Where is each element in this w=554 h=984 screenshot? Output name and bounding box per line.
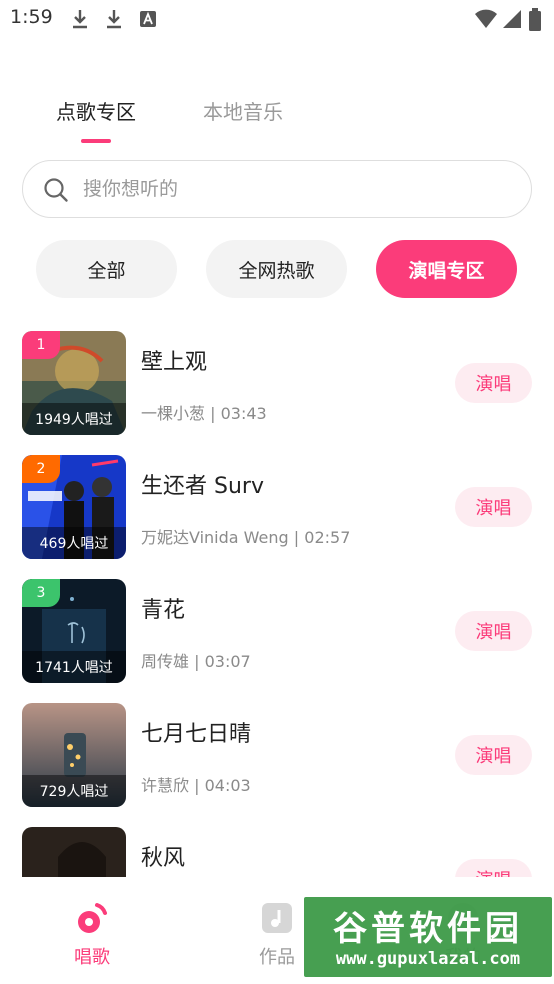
song-meta: 周传雄 | 03:07 xyxy=(141,652,251,671)
sung-count: 729人唱过 xyxy=(22,775,126,807)
tab-bar: 点歌专区 本地音乐 xyxy=(0,92,554,152)
rank-badge: 2 xyxy=(22,455,60,483)
song-title: 秋风 xyxy=(141,846,186,871)
tab-local-music[interactable]: 本地音乐 xyxy=(203,96,283,125)
song-meta: 万妮达Vinida Weng | 02:57 xyxy=(141,528,351,547)
song-duration: 02:57 xyxy=(304,528,351,547)
sing-button[interactable]: 演唱 xyxy=(455,487,532,527)
song-list[interactable]: 1 1949人唱过 壁上观 一棵小葱 | 03:43 演唱 2 469人唱过 生… xyxy=(0,320,554,877)
nav-item-sing[interactable]: 唱歌 xyxy=(47,901,137,969)
search-bar[interactable] xyxy=(22,160,532,218)
status-bar: 1:59 xyxy=(0,0,554,40)
song-cover: 3 1741人唱过 xyxy=(22,579,126,683)
sing-button[interactable]: 演唱 xyxy=(455,735,532,775)
song-duration: 04:03 xyxy=(204,776,251,795)
music-note-icon xyxy=(262,903,292,933)
song-duration: 03:07 xyxy=(204,652,251,671)
filter-chip-performance[interactable]: 演唱专区 xyxy=(376,240,517,298)
song-row[interactable]: 3 1741人唱过 青花 周传雄 | 03:07 演唱 xyxy=(0,568,554,692)
rank-badge: 3 xyxy=(22,579,60,607)
sung-count: 1949人唱过 xyxy=(22,403,126,435)
search-input[interactable] xyxy=(83,161,513,216)
watermark: 谷普软件园 www.gupuxlazal.com xyxy=(304,897,552,977)
song-row[interactable]: 729人唱过 七月七日晴 许慧欣 | 04:03 演唱 xyxy=(0,692,554,816)
song-title: 七月七日晴 xyxy=(141,722,252,747)
text-a-icon xyxy=(140,11,156,27)
filter-chip-hot-songs[interactable]: 全网热歌 xyxy=(206,240,347,298)
active-tab-indicator xyxy=(81,139,111,143)
sing-button[interactable]: 演唱 xyxy=(455,859,532,877)
song-title: 壁上观 xyxy=(141,350,208,375)
song-cover: 729人唱过 xyxy=(22,703,126,807)
mic-note-icon xyxy=(78,903,107,933)
wifi-icon xyxy=(475,9,497,28)
nav-label: 唱歌 xyxy=(74,947,110,968)
sung-count: 1741人唱过 xyxy=(22,651,126,683)
status-time: 1:59 xyxy=(10,6,53,28)
song-meta: 一棵小葱 | 03:43 xyxy=(141,404,267,423)
search-icon xyxy=(44,178,68,202)
download-icon xyxy=(107,10,121,29)
song-title: 生还者 Surv xyxy=(141,474,264,499)
song-duration: 03:43 xyxy=(220,404,267,423)
sing-button[interactable]: 演唱 xyxy=(455,363,532,403)
tab-song-request[interactable]: 点歌专区 xyxy=(56,96,136,125)
song-artist: 周传雄 xyxy=(141,652,190,671)
song-cover: 1 1949人唱过 xyxy=(22,331,126,435)
song-title: 青花 xyxy=(141,598,186,623)
song-cover xyxy=(22,827,126,877)
sung-count: 469人唱过 xyxy=(22,527,126,559)
rank-badge: 1 xyxy=(22,331,60,359)
song-meta: 许慧欣 | 04:03 xyxy=(141,776,251,795)
song-artist: 一棵小葱 xyxy=(141,404,206,423)
cover-art-image xyxy=(22,827,126,877)
song-artist: 许慧欣 xyxy=(141,776,190,795)
song-row[interactable]: 秋风 演唱 xyxy=(0,816,554,877)
song-row[interactable]: 2 469人唱过 生还者 Surv 万妮达Vinida Weng | 02:57… xyxy=(0,444,554,568)
watermark-title: 谷普软件园 xyxy=(333,909,523,949)
song-row[interactable]: 1 1949人唱过 壁上观 一棵小葱 | 03:43 演唱 xyxy=(0,320,554,444)
song-cover: 2 469人唱过 xyxy=(22,455,126,559)
sing-button[interactable]: 演唱 xyxy=(455,611,532,651)
battery-icon xyxy=(529,8,541,31)
cell-signal-icon xyxy=(503,10,521,28)
filter-chip-all[interactable]: 全部 xyxy=(36,240,177,298)
watermark-url: www.gupuxlazal.com xyxy=(335,949,521,969)
song-artist: 万妮达Vinida Weng xyxy=(141,528,289,547)
download-icon xyxy=(73,10,87,29)
